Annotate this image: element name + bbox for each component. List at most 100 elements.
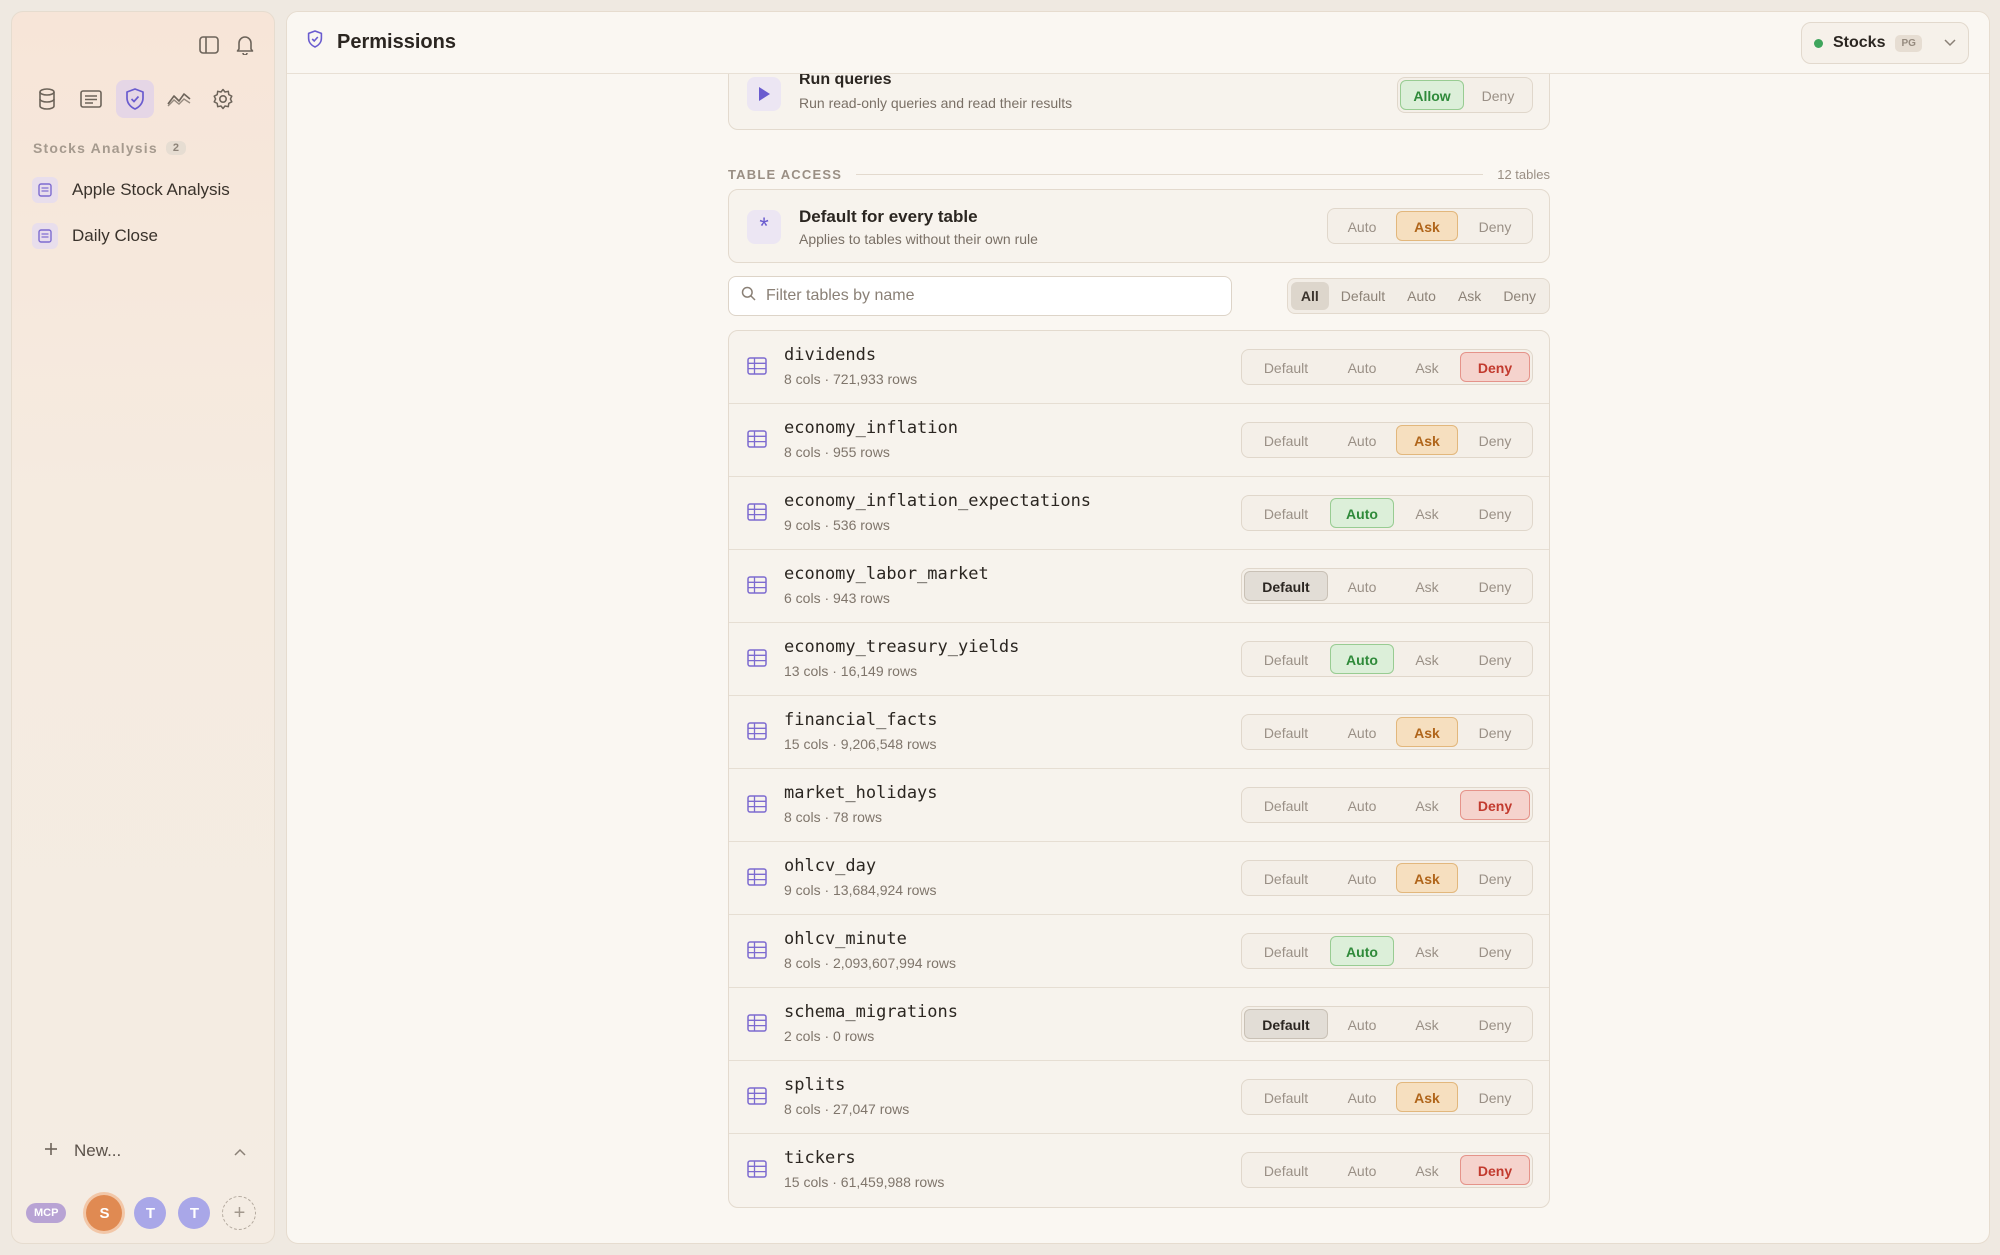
deny-option[interactable]: Deny — [1460, 571, 1530, 601]
default-rule-toggle: Auto Ask Deny — [1327, 208, 1533, 244]
table-name: dividends — [784, 345, 877, 365]
auto-option[interactable]: Auto — [1330, 644, 1394, 674]
database-selector[interactable]: Stocks PG — [1801, 22, 1969, 64]
auto-option[interactable]: Auto — [1330, 863, 1394, 893]
table-permission-toggle: Default Auto Ask Deny — [1241, 1006, 1533, 1042]
table-icon — [747, 722, 767, 745]
deny-option[interactable]: Deny — [1460, 717, 1530, 747]
ask-option[interactable]: Ask — [1396, 644, 1458, 674]
allow-option[interactable]: Allow — [1400, 80, 1464, 110]
default-option[interactable]: Default — [1244, 644, 1328, 674]
filter-tab-default[interactable]: Default — [1331, 282, 1395, 310]
deny-option[interactable]: Deny — [1460, 936, 1530, 966]
filter-tab-all[interactable]: All — [1290, 282, 1329, 310]
deny-option[interactable]: Deny — [1460, 644, 1530, 674]
default-option[interactable]: Default — [1244, 790, 1328, 820]
new-button[interactable]: New... — [44, 1141, 246, 1161]
auto-option[interactable]: Auto — [1330, 1009, 1394, 1039]
add-member-button[interactable]: + — [222, 1196, 257, 1230]
ask-option[interactable]: Ask — [1396, 1155, 1458, 1185]
default-option[interactable]: Default — [1244, 1155, 1328, 1185]
default-option[interactable]: Default — [1244, 717, 1328, 747]
notebook-icon[interactable] — [72, 80, 110, 118]
table-meta: 8 cols · 2,093,607,994 rows — [784, 955, 956, 971]
auto-option[interactable]: Auto — [1330, 1155, 1394, 1185]
ask-option[interactable]: Ask — [1396, 936, 1458, 966]
default-option[interactable]: Default — [1244, 498, 1328, 528]
deny-option[interactable]: Deny — [1460, 425, 1530, 455]
table-meta: 8 cols · 955 rows — [784, 444, 890, 460]
header: Permissions Stocks PG — [287, 12, 1989, 74]
table-meta: 15 cols · 61,459,988 rows — [784, 1174, 945, 1190]
auto-option[interactable]: Auto — [1330, 425, 1394, 455]
search-icon — [741, 286, 756, 306]
table-meta: 13 cols · 16,149 rows — [784, 663, 918, 679]
filter-tab-deny[interactable]: Deny — [1493, 282, 1546, 310]
table-meta: 6 cols · 943 rows — [784, 590, 890, 606]
deny-option[interactable]: Deny — [1466, 80, 1530, 110]
mcp-badge[interactable]: MCP — [26, 1203, 67, 1223]
ask-option[interactable]: Ask — [1396, 1082, 1458, 1112]
avatar[interactable]: T — [178, 1197, 211, 1229]
ask-option[interactable]: Ask — [1396, 425, 1458, 455]
sidebar-list: Apple Stock Analysis Daily Close — [32, 167, 262, 259]
table-icon — [747, 649, 767, 672]
table-meta: 15 cols · 9,206,548 rows — [784, 736, 937, 752]
ask-option[interactable]: Ask — [1396, 211, 1458, 241]
deny-option[interactable]: Deny — [1460, 1082, 1530, 1112]
avatar[interactable]: T — [134, 1197, 167, 1229]
chevron-up-icon[interactable] — [234, 1141, 246, 1161]
shield-icon[interactable] — [116, 80, 154, 118]
auto-option[interactable]: Auto — [1330, 1082, 1394, 1112]
avatar[interactable]: S — [86, 1195, 123, 1231]
auto-option[interactable]: Auto — [1330, 352, 1394, 382]
search-input[interactable] — [766, 287, 1219, 305]
auto-option[interactable]: Auto — [1330, 498, 1394, 528]
filter-tab-ask[interactable]: Ask — [1448, 282, 1491, 310]
default-option[interactable]: Default — [1244, 571, 1328, 601]
deny-option[interactable]: Deny — [1460, 1155, 1530, 1185]
sidebar-section-label: Stocks Analysis — [33, 140, 158, 156]
auto-option[interactable]: Auto — [1330, 790, 1394, 820]
deny-option[interactable]: Deny — [1460, 498, 1530, 528]
auto-option[interactable]: Auto — [1330, 571, 1394, 601]
table-row-tickers: tickers 15 cols · 61,459,988 rows Defaul… — [729, 1134, 1549, 1207]
deny-option[interactable]: Deny — [1460, 211, 1530, 241]
ask-option[interactable]: Ask — [1396, 863, 1458, 893]
table-meta: 2 cols · 0 rows — [784, 1028, 875, 1044]
ask-option[interactable]: Ask — [1396, 790, 1458, 820]
default-option[interactable]: Default — [1244, 1009, 1328, 1039]
table-icon — [747, 1087, 767, 1110]
deny-option[interactable]: Deny — [1460, 863, 1530, 893]
deny-option[interactable]: Deny — [1460, 790, 1530, 820]
table-icon — [747, 357, 767, 380]
table-name: ohlcv_day — [784, 856, 877, 876]
ask-option[interactable]: Ask — [1396, 571, 1458, 601]
default-option[interactable]: Default — [1244, 863, 1328, 893]
default-option[interactable]: Default — [1244, 1082, 1328, 1112]
auto-option[interactable]: Auto — [1330, 717, 1394, 747]
database-icon[interactable] — [28, 80, 66, 118]
sidebar-toggle-icon[interactable] — [198, 34, 220, 56]
gear-icon[interactable] — [204, 80, 242, 118]
document-icon — [32, 223, 58, 249]
table-row-splits: splits 8 cols · 27,047 rows Default Auto… — [729, 1061, 1549, 1134]
default-option[interactable]: Default — [1244, 936, 1328, 966]
ask-option[interactable]: Ask — [1396, 1009, 1458, 1039]
ask-option[interactable]: Ask — [1396, 352, 1458, 382]
bell-icon[interactable] — [234, 34, 256, 56]
deny-option[interactable]: Deny — [1460, 1009, 1530, 1039]
ask-option[interactable]: Ask — [1396, 498, 1458, 528]
deny-option[interactable]: Deny — [1460, 352, 1530, 382]
ask-option[interactable]: Ask — [1396, 717, 1458, 747]
chart-icon[interactable] — [160, 80, 198, 118]
filter-tab-auto[interactable]: Auto — [1397, 282, 1446, 310]
default-option[interactable]: Default — [1244, 352, 1328, 382]
database-name: Stocks — [1833, 34, 1886, 51]
sidebar-item-daily-close[interactable]: Daily Close — [32, 213, 262, 259]
table-name: financial_facts — [784, 710, 938, 730]
auto-option[interactable]: Auto — [1330, 936, 1394, 966]
default-option[interactable]: Default — [1244, 425, 1328, 455]
auto-option[interactable]: Auto — [1330, 211, 1394, 241]
sidebar-item-apple-stock-analysis[interactable]: Apple Stock Analysis — [32, 167, 262, 213]
